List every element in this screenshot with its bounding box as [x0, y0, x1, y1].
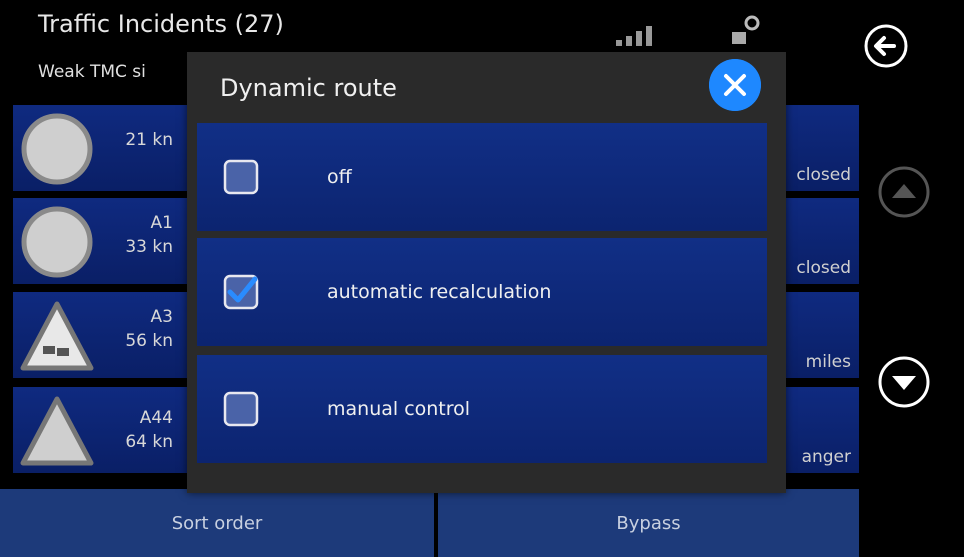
checkbox-checked-icon[interactable] [223, 274, 259, 310]
scroll-down-button[interactable] [872, 350, 936, 414]
checkbox-unchecked-icon[interactable] [223, 391, 259, 427]
generic-circle-icon [21, 113, 93, 185]
incident-road: A44 [139, 408, 173, 428]
incident-distance: 21 kn [125, 130, 173, 150]
warning-triangle-icon [20, 396, 94, 466]
incident-status: closed [796, 258, 851, 278]
option-label: off [327, 166, 352, 188]
incident-status: miles [805, 352, 851, 372]
back-button[interactable] [862, 22, 910, 70]
option-label: manual control [327, 398, 471, 420]
gps-satellite-icon [732, 15, 760, 44]
generic-circle-icon [21, 206, 93, 278]
incident-distance: 33 kn [125, 237, 173, 257]
option-off[interactable]: off [197, 123, 767, 231]
traffic-jam-warning-icon [20, 301, 94, 371]
incident-status: anger [801, 447, 851, 467]
sort-order-button[interactable]: Sort order [0, 489, 434, 557]
incident-road: A3 [150, 307, 173, 327]
dialog-title: Dynamic route [220, 74, 397, 102]
option-label: automatic recalculation [327, 281, 552, 303]
page-title: Traffic Incidents (27) [38, 10, 284, 38]
incident-distance: 56 kn [125, 331, 173, 351]
incident-road: A1 [150, 213, 173, 233]
close-button[interactable] [709, 59, 761, 111]
signal-strength-icon [616, 22, 664, 46]
dynamic-route-dialog: Dynamic route off automatic recalculatio… [187, 52, 786, 493]
incident-status: closed [796, 165, 851, 185]
tmc-signal-status: Weak TMC si [38, 62, 146, 82]
bypass-button[interactable]: Bypass [438, 489, 859, 557]
option-manual-control[interactable]: manual control [197, 355, 767, 463]
incident-distance: 64 kn [125, 432, 173, 452]
checkbox-unchecked-icon[interactable] [223, 159, 259, 195]
option-automatic-recalculation[interactable]: automatic recalculation [197, 238, 767, 346]
scroll-up-button[interactable] [872, 160, 936, 224]
